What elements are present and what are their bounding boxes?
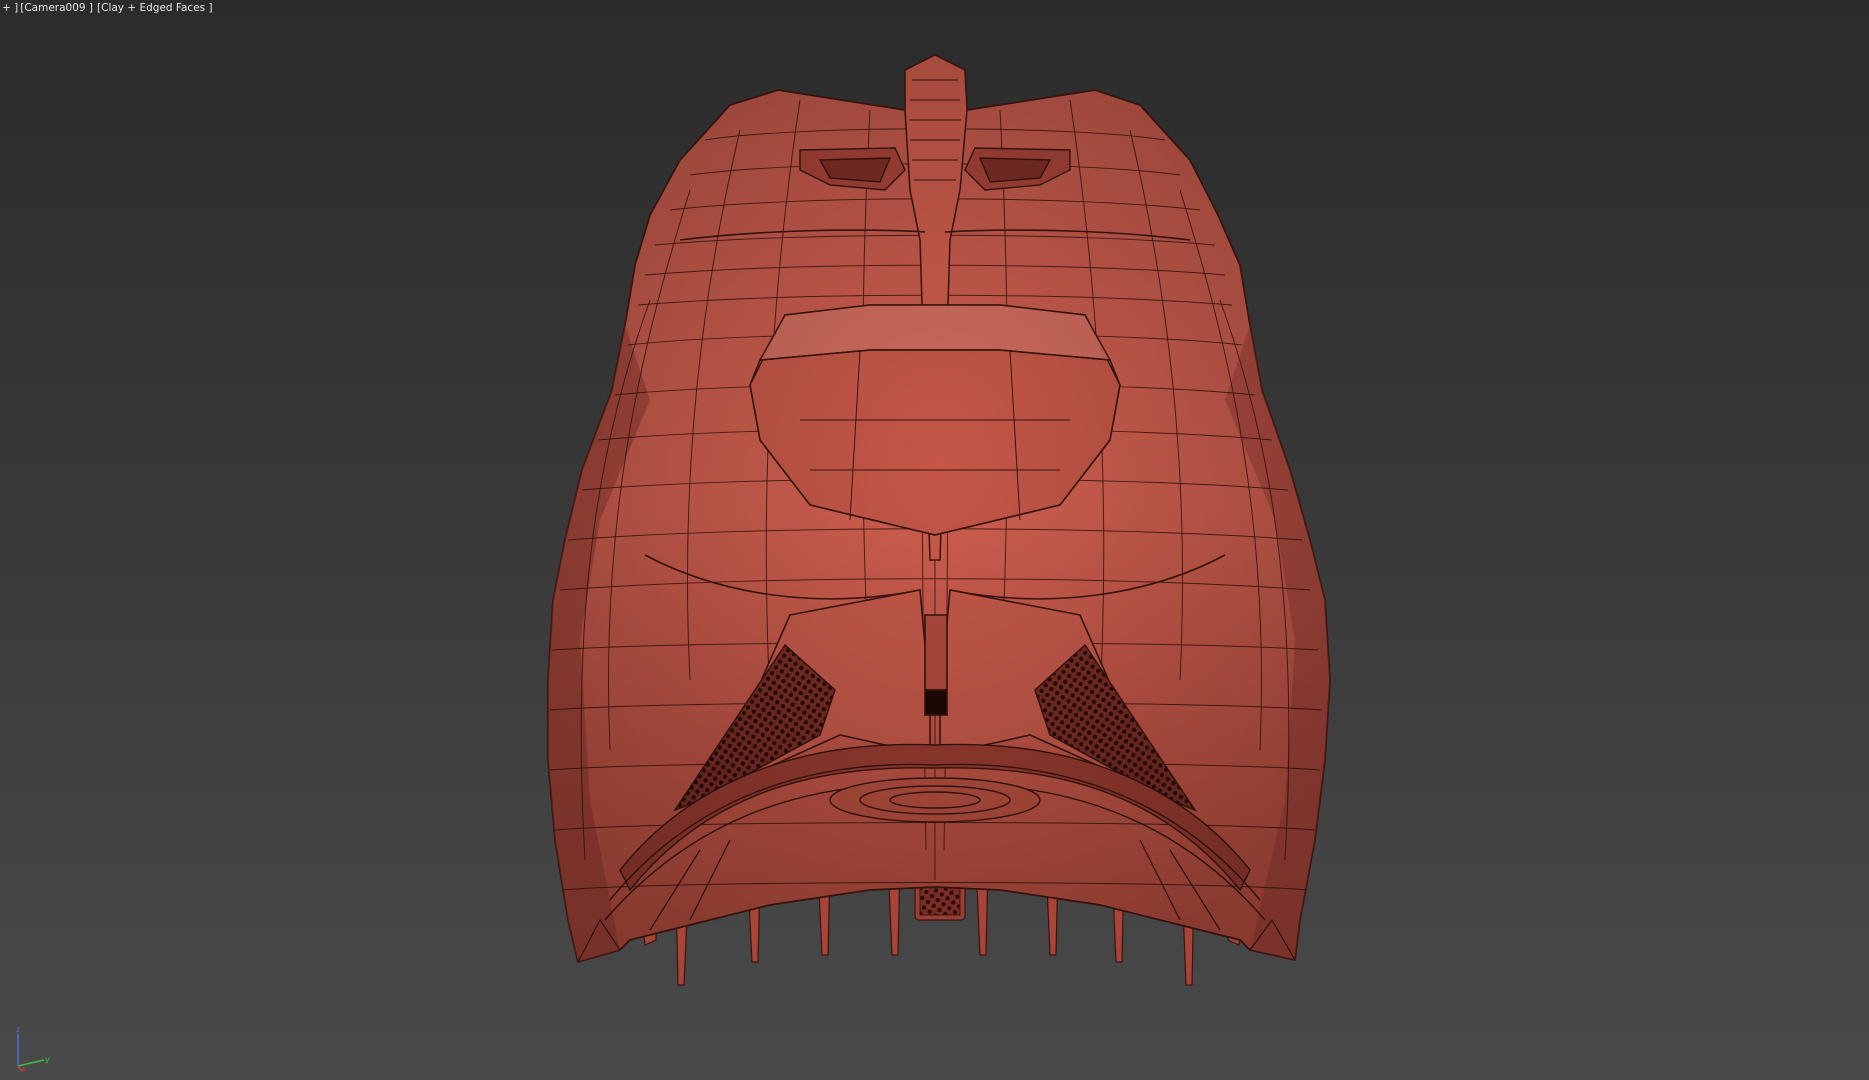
viewport-canvas[interactable]: + ] [Camera009 ] [Clay + Edged Faces ] z…	[0, 0, 1869, 1080]
axis-y-label: y	[45, 1055, 50, 1064]
axis-x-label: x	[22, 1065, 26, 1072]
car-model-mesh[interactable]	[0, 0, 1869, 1080]
axis-gizmo-icon: z x y	[16, 1025, 50, 1072]
axis-z-label: z	[16, 1025, 20, 1034]
